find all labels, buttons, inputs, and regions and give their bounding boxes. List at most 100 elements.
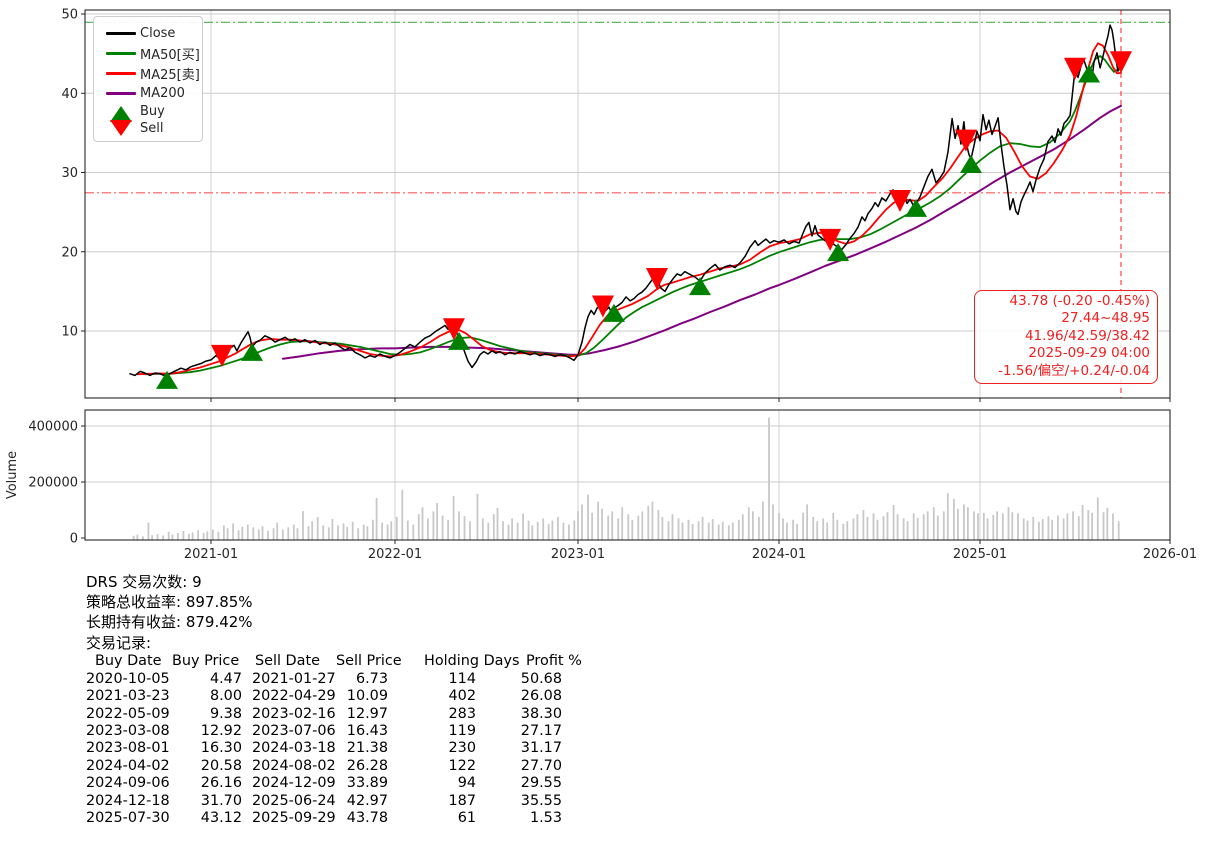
trade-row: 2023-03-08 12.92 2023-07-06 16.43 119 27.17 — [86, 723, 562, 740]
trade-col-header: Sell Price — [336, 652, 402, 669]
trade-cell: 2022-05-09 — [86, 705, 170, 722]
trade-row: 2023-08-01 16.30 2024-03-18 21.38 230 31.17 — [86, 740, 562, 757]
trade-cell: 6.73 — [355, 670, 388, 687]
trade-cell: 61 — [457, 810, 476, 827]
trade-cell: 42.97 — [346, 792, 388, 809]
trade-cell: 43.78 — [346, 810, 388, 827]
trade-cell: 119 — [448, 723, 476, 740]
trade-cell: 187 — [448, 792, 476, 809]
trade-cell: 2024-04-02 — [86, 757, 170, 774]
close-line — [129, 24, 1122, 377]
annotation-line: 43.78 (-0.20 -0.45%) — [1009, 293, 1150, 309]
trade-cell: 2023-03-08 — [86, 723, 170, 740]
trade-cell: 2021-01-27 — [252, 670, 336, 687]
sell-marker — [645, 268, 668, 291]
trade-cell: 10.09 — [346, 688, 388, 705]
trade-cell: 2024-12-18 — [86, 792, 170, 809]
grid-lines — [85, 10, 1171, 540]
legend-label: Buy — [140, 104, 165, 119]
trade-cell: 50.68 — [520, 670, 562, 687]
trade-cell: 94 — [457, 775, 476, 792]
trade-col-header: Buy Date — [95, 652, 162, 669]
buy-triangle-icon — [102, 105, 140, 122]
trade-cell: 114 — [448, 670, 476, 687]
trade-cell: 4.47 — [209, 670, 242, 687]
legend-item-ma25-: MA25[卖] — [102, 63, 200, 83]
trade-cell: 2025-06-24 — [252, 792, 336, 809]
legend-label: Close — [140, 25, 176, 41]
trade-table: Buy Date Buy Price Sell Date Sell Price Hold… — [86, 652, 582, 828]
trade-col-header: Profit % — [526, 652, 582, 669]
volume-bars — [132, 417, 1120, 540]
trade-cell: 27.70 — [520, 757, 562, 774]
hold-return-line: 长期持有收益: 879.42% — [86, 613, 253, 632]
trade-cell: 31.70 — [200, 792, 242, 809]
legend-label: Sell — [140, 121, 164, 136]
trade-col-header: Buy Price — [172, 652, 240, 669]
legend-label: MA50[买] — [140, 47, 200, 63]
legend-label: MA200 — [140, 85, 185, 101]
annotation-line: 27.44~48.95 — [1061, 310, 1150, 327]
legend-item-close: Close — [102, 23, 194, 43]
trade-cell: 402 — [448, 688, 476, 705]
trade-cell: 283 — [448, 705, 476, 722]
x-tick-label: 2021-01 — [184, 547, 238, 562]
strategy-stats-block: DRS 交易次数: 9 策略总收益率: 897.85% 长期持有收益: 879.… — [86, 572, 582, 828]
price-tick-label: 20 — [61, 245, 78, 260]
trade-cell: 16.43 — [346, 723, 388, 740]
trade-cell: 20.58 — [200, 757, 242, 774]
trade-row: 2021-03-23 8.00 2022-04-29 10.09 402 26.08 — [86, 688, 562, 705]
trade-table-header: Buy Date Buy Price Sell Date Sell Price Hold… — [86, 652, 582, 671]
legend-item-ma50-: MA50[买] — [102, 43, 200, 63]
trade-cell: 2022-04-29 — [252, 688, 336, 705]
trade-cell: 2021-03-23 — [86, 688, 170, 705]
annotation-line: -1.56/偏空/+0.24/-0.04 — [998, 362, 1150, 379]
legend-line-swatch — [102, 71, 140, 75]
trade-cell: 2020-10-05 — [86, 670, 170, 687]
trade-cell: 2025-09-29 — [252, 810, 336, 827]
trade-cell: 33.89 — [346, 775, 388, 792]
legend-item-buy: Buy — [102, 103, 194, 122]
price-tick-label: 30 — [61, 166, 78, 181]
sell-marker — [889, 189, 912, 212]
trade-col-header: Holding Days — [424, 652, 520, 669]
trade-log-title: 交易记录: — [86, 633, 152, 652]
price-tick-label: 40 — [61, 87, 78, 102]
x-tick-label: 2022-01 — [368, 547, 422, 562]
price-tick-label: 10 — [61, 325, 78, 340]
volume-axis-title: Volume — [5, 451, 20, 499]
trade-cell: 21.38 — [346, 740, 388, 757]
x-tick-label: 2026-01 — [1143, 547, 1197, 562]
trade-cell: 2023-07-06 — [252, 723, 336, 740]
volume-tick-label: 200000 — [28, 476, 78, 491]
trade-cell: 38.30 — [520, 705, 562, 722]
trade-row: 2022-05-09 9.38 2023-02-16 12.97 283 38.30 — [86, 706, 562, 723]
trade-row: 2024-09-06 26.16 2024-12-09 33.89 94 29.55 — [86, 775, 562, 792]
legend-line-swatch — [102, 51, 140, 55]
trade-cell: 8.00 — [209, 688, 242, 705]
trade-row: 2024-04-02 20.58 2024-08-02 26.28 122 27.70 — [86, 758, 562, 775]
trade-cell: 27.17 — [520, 723, 562, 740]
sell-triangle-icon — [102, 119, 140, 136]
stock-strategy-figure: 10 20 30 40 50 0 200000 400000 2021-01 2022-01 202… — [0, 0, 1207, 841]
trade-cell: 12.97 — [346, 705, 388, 722]
trade-cell: 12.92 — [200, 723, 242, 740]
volume-tick-label: 400000 — [28, 420, 78, 435]
trade-cell: 29.55 — [520, 775, 562, 792]
legend-item-sell: Sell — [102, 119, 194, 137]
trade-row: 2024-12-18 31.70 2025-06-24 42.97 187 35.55 — [86, 793, 562, 810]
trade-cell: 43.12 — [200, 810, 242, 827]
trade-cell: 2023-02-16 — [252, 705, 336, 722]
price-tick-label: 50 — [61, 8, 78, 23]
trade-cell: 2024-08-02 — [252, 757, 336, 774]
trade-cell: 122 — [448, 757, 476, 774]
trade-cell: 2023-08-01 — [86, 740, 170, 757]
trade-cell: 16.30 — [200, 740, 242, 757]
trade-count-line: DRS 交易次数: 9 — [86, 573, 202, 591]
trade-cell: 9.38 — [209, 705, 242, 722]
trade-row: 2025-07-30 43.12 2025-09-29 43.78 61 1.53 — [86, 810, 562, 827]
x-tick-label: 2025-01 — [953, 547, 1007, 562]
trade-cell: 26.08 — [520, 688, 562, 705]
chart-legend: Close MA50[买] MA25[卖] MA200 Buy Sell — [93, 16, 203, 142]
legend-item-ma200: MA200 — [102, 83, 194, 103]
